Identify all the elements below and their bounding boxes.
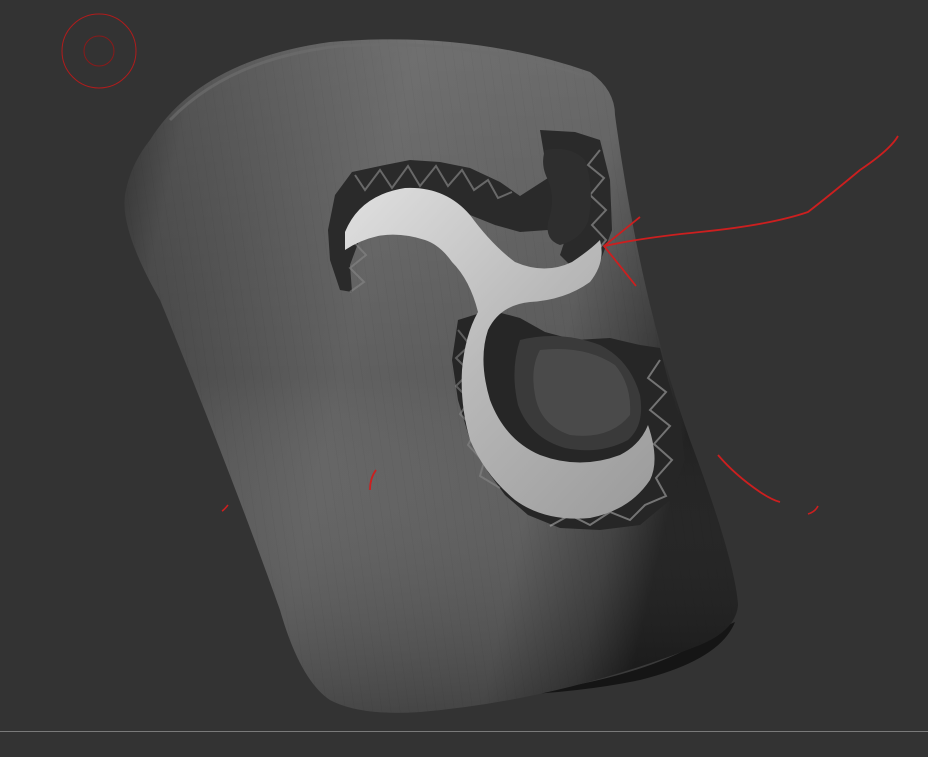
bottom-shelf bbox=[0, 732, 928, 757]
3d-viewport[interactable] bbox=[0, 0, 928, 731]
annotation-mark-far-left bbox=[221, 504, 229, 512]
annotation-mark-far-right bbox=[807, 505, 819, 515]
annotation-arrow-line bbox=[604, 135, 899, 247]
viewport-canvas[interactable] bbox=[0, 0, 928, 731]
annotation-mark-right bbox=[717, 454, 781, 503]
brush-cursor-icon[interactable] bbox=[61, 13, 137, 89]
